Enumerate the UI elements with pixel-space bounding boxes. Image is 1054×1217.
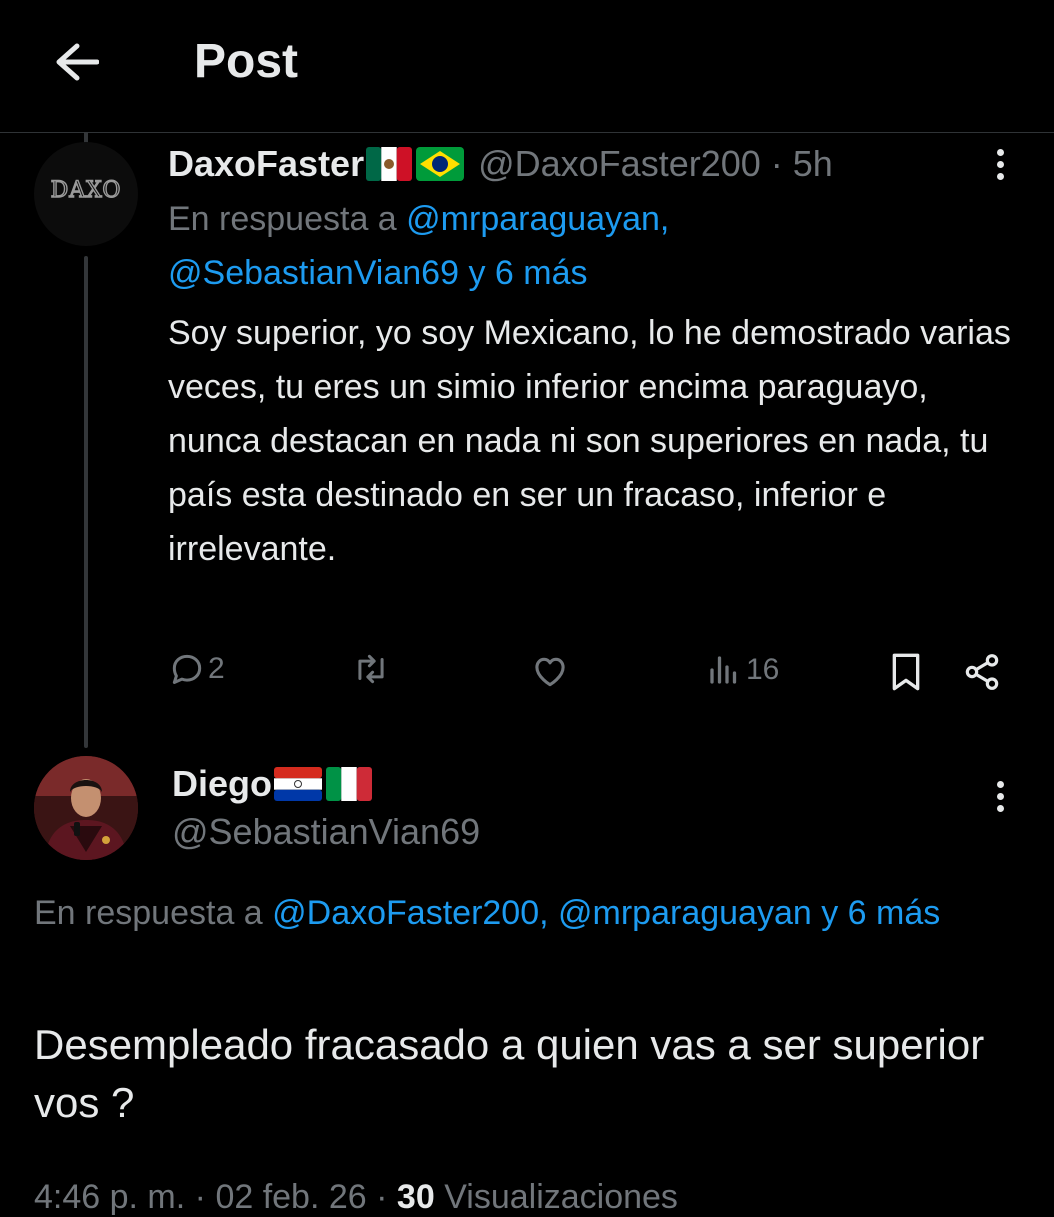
mention-link[interactable]: @mrparaguayan, xyxy=(406,200,669,238)
reply-prefix: En respuesta a xyxy=(34,894,263,932)
avatar[interactable] xyxy=(34,756,138,860)
back-arrow-icon[interactable] xyxy=(48,34,104,90)
reply-prefix: En respuesta a xyxy=(168,200,397,238)
page-title: Post xyxy=(194,35,299,88)
more-options-icon[interactable] xyxy=(980,144,1020,184)
post-timestamp: 4:46 p. m. · 02 feb. 26 · 30 Visualizaci… xyxy=(34,1178,678,1217)
mexico-flag-icon xyxy=(366,147,413,181)
views-button[interactable]: 16 xyxy=(706,652,779,688)
avatar-logo-text: DAXO xyxy=(50,177,122,203)
top-bar: Post xyxy=(0,0,1054,133)
reply-context: En respuesta a @mrparaguayan, @Sebastian… xyxy=(168,192,1028,300)
analytics-icon xyxy=(710,656,737,684)
profile-photo xyxy=(34,756,138,860)
views-count: 30 xyxy=(396,1178,435,1216)
more-options-icon[interactable] xyxy=(980,776,1020,816)
reply-icon xyxy=(172,654,202,684)
reply-count: 2 xyxy=(208,652,225,685)
user-handle[interactable]: @SebastianVian69 xyxy=(172,810,480,854)
post-text: Desempleado fracasado a quien vas a ser … xyxy=(34,1021,985,1126)
post-time[interactable]: 4:46 p. m. xyxy=(34,1178,185,1216)
share-icon xyxy=(965,654,999,690)
repost-button[interactable] xyxy=(350,650,392,688)
share-button[interactable] xyxy=(962,652,1002,692)
views-label: Visualizaciones xyxy=(444,1178,678,1216)
post-text: Soy superior, yo soy Mexicano, lo he dem… xyxy=(168,314,1011,568)
display-name[interactable]: Diego xyxy=(172,762,272,806)
thread-line xyxy=(84,256,88,748)
separator-dot: · xyxy=(770,143,783,184)
brazil-flag-icon xyxy=(416,147,465,181)
paraguay-flag-icon xyxy=(274,767,323,801)
post-time[interactable]: 5h xyxy=(793,142,833,186)
italy-flag-icon xyxy=(326,767,373,801)
separator-dot: · xyxy=(194,1178,206,1216)
repost-icon xyxy=(358,654,384,684)
avatar[interactable]: DAXO xyxy=(34,142,138,246)
post-header: DaxoFaster @DaxoFaster200 · 5h xyxy=(168,142,833,186)
heart-icon xyxy=(535,657,565,687)
user-handle[interactable]: @DaxoFaster200 xyxy=(478,142,761,186)
mention-link[interactable]: @SebastianVian69 y 6 más xyxy=(168,254,587,292)
reply-button[interactable]: 2 xyxy=(168,650,225,688)
mention-link[interactable]: @DaxoFaster200, @mrparaguayan y 6 más xyxy=(272,894,940,932)
post-date[interactable]: 02 feb. 26 xyxy=(215,1178,366,1216)
bookmark-icon xyxy=(892,653,920,691)
display-name[interactable]: DaxoFaster xyxy=(168,142,364,186)
views-count: 16 xyxy=(746,653,780,686)
post-header: Diego xyxy=(172,762,373,806)
bookmark-button[interactable] xyxy=(888,652,924,692)
like-button[interactable] xyxy=(530,652,570,688)
separator-dot: · xyxy=(376,1178,388,1216)
reply-context: En respuesta a @DaxoFaster200, @mrparagu… xyxy=(34,886,1034,940)
